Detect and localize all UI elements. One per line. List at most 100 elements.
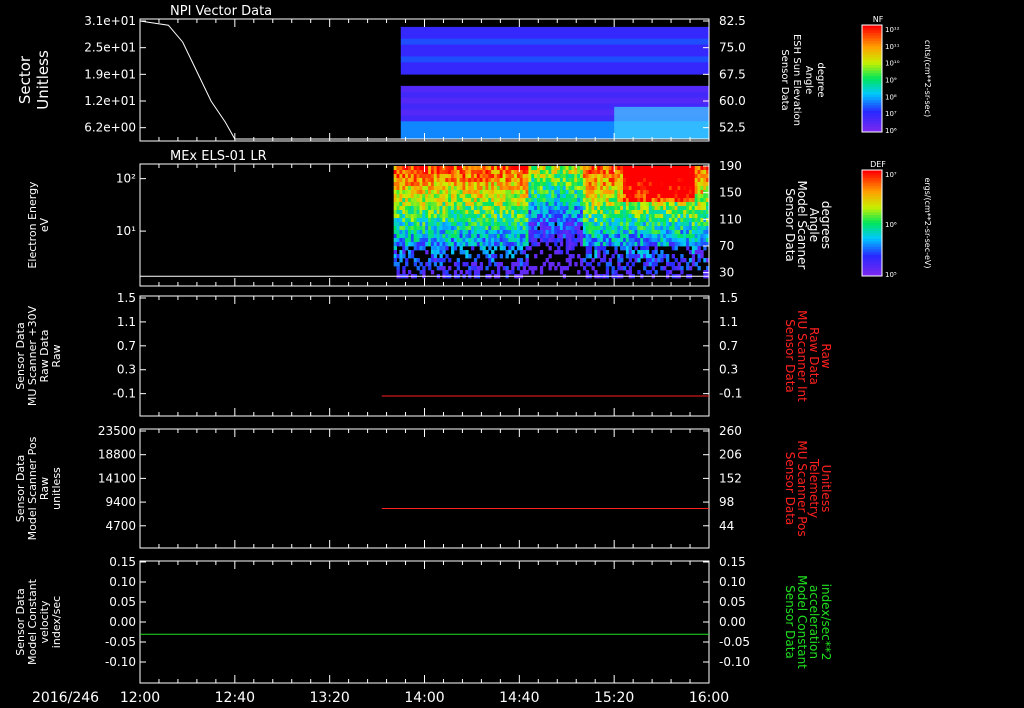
heatmap-cell: [628, 266, 632, 271]
heatmap-cell: [525, 182, 529, 187]
heatmap-cell: [508, 214, 512, 219]
heatmap-cell: [508, 202, 512, 207]
heatmap-cell: [688, 182, 693, 187]
heatmap-cell: [623, 206, 627, 211]
heatmap-cell: [631, 182, 635, 187]
heatmap-cell: [456, 234, 460, 239]
heatmap-cell: [691, 170, 696, 175]
panel-1: NPI Vector Data3.1e+012.5e+011.9e+011.2e…: [16, 4, 826, 142]
heatmap-cell: [534, 234, 538, 239]
heatmap-cell: [657, 222, 661, 227]
heatmap-cell: [597, 218, 601, 223]
heatmap-cell: [516, 222, 521, 227]
heatmap-cell: [605, 230, 610, 235]
heatmap-cell: [657, 234, 661, 239]
heatmap-cell: [502, 194, 506, 199]
right-tick-label: 1.5: [719, 291, 738, 305]
left-tick-label: 4700: [105, 519, 136, 533]
heatmap-cell: [688, 230, 693, 235]
heatmap-cell: [697, 250, 701, 255]
heatmap-cell: [430, 174, 435, 179]
heatmap-cell: [648, 242, 653, 247]
heatmap-cell: [697, 186, 701, 191]
heatmap-cell: [554, 194, 558, 199]
heatmap-cell: [588, 182, 592, 187]
heatmap-cell: [568, 262, 572, 267]
heatmap-cell: [430, 178, 435, 183]
heatmap-cell: [525, 254, 529, 259]
heatmap-cell: [568, 174, 572, 179]
right-tick-label: 0.15: [719, 555, 746, 569]
heatmap-cell: [654, 182, 658, 187]
heatmap-cell: [433, 246, 438, 251]
heatmap-cell: [611, 242, 615, 247]
heatmap-cell: [671, 226, 675, 231]
heatmap-cell: [588, 230, 592, 235]
heatmap-cell: [623, 266, 627, 271]
heatmap-cell: [396, 170, 400, 175]
heatmap-cell: [657, 258, 661, 263]
heatmap-cell: [602, 178, 607, 183]
panel-title: MEx ELS-01 LR: [170, 149, 267, 164]
heatmap-cell: [408, 194, 412, 199]
heatmap-cell: [620, 226, 624, 231]
heatmap-cell: [456, 178, 460, 183]
heatmap-cell: [571, 242, 575, 247]
heatmap-cell: [534, 190, 538, 195]
heatmap-cell: [585, 210, 589, 215]
heatmap-cell: [399, 230, 403, 235]
right-axis-label: Sensor Data: [783, 452, 797, 526]
heatmap-cell: [502, 226, 506, 231]
right-tick-label: 150: [719, 186, 742, 200]
heatmap-cell: [611, 190, 615, 195]
heatmap-cell: [534, 206, 538, 211]
heatmap-cell: [433, 238, 438, 243]
heatmap-cell: [456, 166, 460, 171]
heatmap-cell: [663, 186, 667, 191]
heatmap-cell: [405, 238, 409, 243]
heatmap-cell: [654, 186, 658, 191]
heatmap-cell: [640, 194, 644, 199]
heatmap-cell: [494, 194, 498, 199]
heatmap-cell: [577, 174, 581, 179]
heatmap-cell: [439, 178, 443, 183]
heatmap-cell: [485, 238, 489, 243]
heatmap-cell: [422, 190, 426, 195]
heatmap-cell: [597, 170, 601, 175]
heatmap-cell: [519, 238, 524, 243]
heatmap-cell: [459, 210, 463, 215]
heatmap-cell: [542, 222, 546, 227]
heatmap-cell: [657, 186, 661, 191]
heatmap-cell: [522, 266, 526, 271]
heatmap-cell: [645, 206, 650, 211]
heatmap-cell: [439, 242, 443, 247]
left-axis-label: Unitless: [34, 50, 52, 110]
heatmap-cell: [666, 194, 670, 199]
heatmap-cell: [545, 194, 549, 199]
heatmap-cell: [577, 238, 581, 243]
heatmap-cell: [433, 222, 438, 227]
heatmap-cell: [640, 222, 644, 227]
heatmap-cell: [468, 198, 472, 203]
heatmap-cell: [422, 194, 426, 199]
heatmap-cell: [597, 190, 601, 195]
left-axis-label: index/sec: [50, 596, 63, 648]
heatmap-cell: [671, 254, 675, 259]
heatmap-cell: [405, 174, 409, 179]
heatmap-cell: [666, 238, 670, 243]
heatmap-cell: [594, 226, 598, 231]
heatmap-cell: [511, 194, 515, 199]
heatmap-cell: [476, 174, 481, 179]
heatmap-cell: [628, 214, 632, 219]
heatmap-cell: [680, 190, 684, 195]
heatmap-cell: [674, 182, 678, 187]
time-tick-label: 16:00: [689, 690, 729, 706]
heatmap-cell: [542, 194, 546, 199]
heatmap-cell: [697, 218, 701, 223]
heatmap-cell: [568, 178, 572, 183]
heatmap-cell: [499, 230, 503, 235]
heatmap-cell: [594, 270, 598, 275]
heatmap-cell: [439, 238, 443, 243]
heatmap-cell: [482, 206, 486, 211]
heatmap-cell: [494, 198, 498, 203]
